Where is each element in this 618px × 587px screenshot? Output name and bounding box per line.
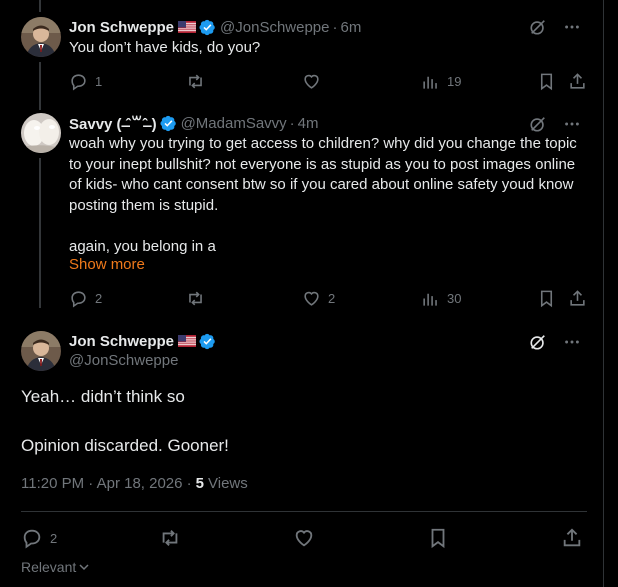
bookmark-icon [540, 73, 553, 91]
share-button[interactable] [561, 527, 583, 549]
view-count: 19 [447, 74, 462, 89]
reply-button[interactable]: 1 [69, 72, 102, 91]
tweet-meta: 11:20 PM · Apr 18, 2026 · 5 Views [21, 475, 248, 492]
share-icon [570, 73, 585, 89]
tweet-thread-panel: Jon Schweppe @JonSchweppe · 6m You don’t… [0, 0, 604, 587]
retweet-icon [189, 291, 202, 306]
tweet-actions: 1 19 [69, 72, 587, 92]
tweet-timestamp[interactable]: 11:20 PM · Apr 18, 2026 · [21, 475, 192, 492]
grok-icon[interactable] [529, 115, 547, 133]
views-icon [423, 293, 437, 306]
retweet-icon [189, 74, 202, 89]
separator-dot: · [332, 18, 338, 36]
tweet-header: Savvy ( ̶ˆ꒳ˆ̶ ) @MadamSavvy · 4m [69, 113, 319, 134]
views-count: 5 [195, 475, 204, 492]
retweet-button[interactable] [186, 289, 212, 308]
views-icon [423, 76, 437, 89]
reply-count: 2 [50, 530, 58, 546]
more-icon[interactable] [563, 115, 581, 133]
tweet-header: Jon Schweppe [69, 331, 216, 351]
more-icon[interactable] [563, 18, 581, 36]
author-name[interactable]: Jon Schweppe [69, 19, 174, 36]
thread-line [39, 62, 41, 110]
reply-icon [23, 529, 41, 549]
like-count: 2 [328, 291, 336, 306]
views-button[interactable]: 30 [421, 289, 461, 308]
tweet-text: You don’t have kids, do you? [69, 39, 261, 56]
retweet-icon [162, 530, 178, 546]
author-handle[interactable]: @MadamSavvy [181, 115, 287, 132]
bookmark-button[interactable] [537, 289, 556, 308]
like-button[interactable] [302, 72, 328, 91]
tweet-text: woah why you trying to get access to chi… [69, 135, 577, 255]
reply-count: 2 [95, 291, 103, 306]
chevron-down-icon [79, 564, 89, 571]
reply-button[interactable]: 2 [21, 527, 57, 549]
reply-sort-label: Relevant [21, 559, 77, 575]
reply-sort-dropdown[interactable]: Relevant [21, 559, 90, 575]
view-count: 30 [447, 291, 462, 306]
like-button[interactable]: 2 [302, 289, 335, 308]
tweet-actions: 2 2 30 [69, 289, 587, 309]
tweet-text-line: Opinion discarded. Gooner! [21, 436, 229, 455]
us-flag-icon [178, 21, 197, 33]
tweet-text-line: Yeah… didn’t think so [21, 387, 185, 406]
retweet-button[interactable] [186, 72, 212, 91]
share-button[interactable] [568, 289, 587, 308]
retweet-button[interactable] [159, 527, 181, 549]
views-label: Views [208, 475, 248, 492]
avatar[interactable] [21, 113, 61, 153]
thread-line [39, 0, 41, 12]
tweet-corner-actions [529, 333, 581, 351]
like-icon [295, 530, 313, 547]
grok-icon[interactable] [529, 333, 547, 351]
separator-dot: · [289, 114, 295, 132]
avatar[interactable] [21, 17, 61, 57]
main-tweet-actions: 2 [21, 527, 587, 549]
reply-count: 1 [95, 74, 103, 89]
us-flag-icon [178, 335, 197, 347]
tweet-header: Jon Schweppe @JonSchweppe · 6m [69, 17, 361, 37]
verified-icon [199, 333, 215, 349]
thread-line [39, 158, 41, 308]
author-handle[interactable]: @JonSchweppe [69, 352, 178, 369]
grok-icon[interactable] [529, 18, 547, 36]
tweet-corner-actions [529, 18, 581, 36]
tweet-time[interactable]: 4m [298, 115, 319, 132]
share-icon [570, 290, 585, 306]
author-handle[interactable]: @JonSchweppe [220, 19, 329, 36]
bookmark-icon [540, 290, 553, 308]
like-icon [304, 74, 319, 89]
divider [21, 511, 587, 512]
like-icon [304, 291, 319, 306]
reply-icon [71, 74, 86, 91]
verified-icon [199, 19, 215, 35]
bookmark-icon [431, 528, 445, 549]
views-button[interactable]: 19 [421, 72, 461, 91]
show-more-link[interactable]: Show more [69, 256, 145, 273]
more-icon[interactable] [563, 333, 581, 351]
like-button[interactable] [293, 527, 315, 549]
author-name[interactable]: Jon Schweppe [69, 333, 174, 350]
bookmark-button[interactable] [427, 527, 449, 549]
share-button[interactable] [568, 72, 587, 91]
reply-button[interactable]: 2 [69, 289, 102, 308]
share-icon [563, 528, 581, 547]
tweet-time[interactable]: 6m [341, 19, 362, 36]
avatar[interactable] [21, 331, 61, 371]
tweet-corner-actions [529, 115, 581, 133]
verified-icon [160, 115, 176, 131]
author-name[interactable]: Savvy ( ̶ˆ꒳ˆ̶ ) [69, 113, 157, 133]
reply-icon [71, 291, 86, 308]
bookmark-button[interactable] [537, 72, 556, 91]
